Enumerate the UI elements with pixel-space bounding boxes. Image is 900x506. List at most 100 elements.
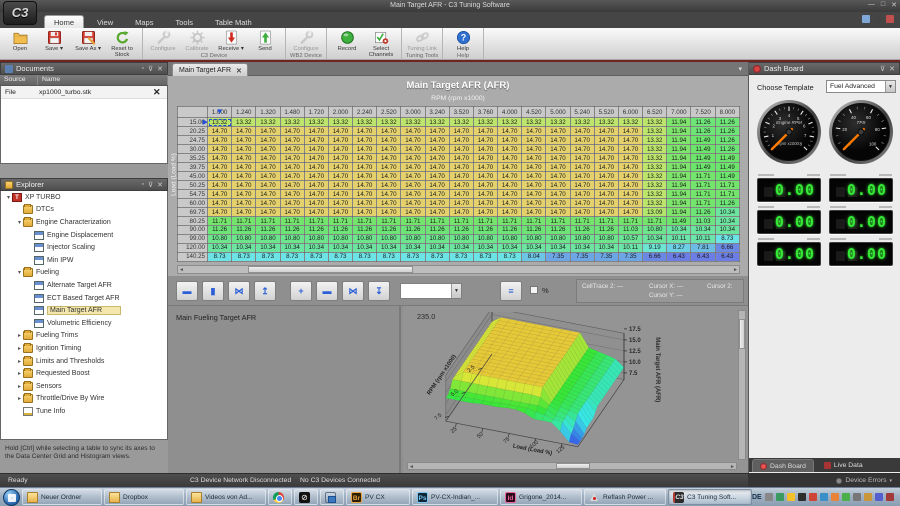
afr-cell[interactable]: 14.70 <box>232 190 256 199</box>
afr-cell[interactable]: 14.70 <box>546 208 570 217</box>
led-display-1[interactable]: 0.00 <box>757 178 821 202</box>
afr-cell[interactable]: 14.70 <box>570 163 594 172</box>
afr-cell[interactable]: 11.26 <box>280 225 304 234</box>
afr-cell[interactable]: 14.70 <box>618 136 642 145</box>
afr-cell[interactable]: 11.49 <box>691 136 715 145</box>
afr-cell[interactable]: 10.34 <box>643 234 667 243</box>
tray-icon-4[interactable] <box>798 493 806 501</box>
plot-vscrollbar[interactable] <box>738 310 746 460</box>
led-display-6[interactable]: 0.00 <box>829 242 893 266</box>
afr-cell[interactable]: 14.70 <box>208 145 232 154</box>
afr-cell[interactable]: 14.70 <box>280 190 304 199</box>
taskbar-item-reflash-power[interactable]: Reflash Power ... <box>584 489 666 505</box>
afr-cell[interactable]: 11.49 <box>691 154 715 163</box>
send-button[interactable]: Send <box>248 29 282 52</box>
afr-cell[interactable]: 10.80 <box>425 234 449 243</box>
col-header-4.520[interactable]: 4.520 <box>522 107 546 118</box>
afr-cell[interactable]: 11.94 <box>667 172 691 181</box>
afr-cell[interactable]: 14.70 <box>594 154 618 163</box>
afr-cell[interactable]: 11.71 <box>377 217 401 226</box>
table-tool-button-6[interactable]: ▬ <box>316 281 338 301</box>
afr-cell[interactable]: 13.32 <box>498 118 522 127</box>
afr-cell[interactable]: 14.70 <box>546 181 570 190</box>
col-header-3.520[interactable]: 3.520 <box>449 107 473 118</box>
afr-cell[interactable]: 8.73 <box>377 252 401 261</box>
afr-cell[interactable]: 11.71 <box>280 217 304 226</box>
tray-icon-6[interactable] <box>820 493 828 501</box>
led-display-3[interactable]: 0.00 <box>757 210 821 234</box>
afr-cell[interactable]: 14.70 <box>618 181 642 190</box>
table-tool-button-3[interactable]: ⋈ <box>228 281 250 301</box>
afr-cell[interactable]: 14.70 <box>473 154 497 163</box>
afr-cell[interactable]: 11.71 <box>208 217 232 226</box>
afr-cell[interactable]: 14.70 <box>594 127 618 136</box>
afr-cell[interactable]: 11.71 <box>304 217 328 226</box>
expander-icon[interactable]: ▾ <box>16 219 23 226</box>
afr-cell[interactable]: 10.34 <box>328 243 352 252</box>
afr-cell[interactable]: 11.71 <box>473 217 497 226</box>
afr-cell[interactable]: 14.70 <box>377 172 401 181</box>
afr-cell[interactable]: 14.70 <box>208 190 232 199</box>
afr-cell[interactable]: 14.70 <box>473 145 497 154</box>
tab-close-icon[interactable]: ✕ <box>236 67 242 75</box>
col-header-1.000[interactable]: ▼1.000 <box>208 107 232 118</box>
afr-cell[interactable]: 11.26 <box>473 225 497 234</box>
afr-cell[interactable]: 14.70 <box>594 136 618 145</box>
afr-cell[interactable]: 13.32 <box>304 118 328 127</box>
col-header-1.480[interactable]: 1.480 <box>280 107 304 118</box>
tree-item-main-target-afr[interactable]: Main Target AFR <box>1 304 167 317</box>
afr-cell[interactable]: 14.70 <box>328 208 352 217</box>
expander-icon[interactable]: ▸ <box>16 370 23 377</box>
afr-cell[interactable]: 13.32 <box>401 118 425 127</box>
afr-cell[interactable]: 13.32 <box>643 199 667 208</box>
afr-cell[interactable]: 14.70 <box>498 136 522 145</box>
afr-cell[interactable]: 11.71 <box>353 217 377 226</box>
afr-cell[interactable]: 10.34 <box>498 243 522 252</box>
afr-cell[interactable]: 10.80 <box>594 234 618 243</box>
afr-cell[interactable]: 11.94 <box>667 118 691 127</box>
afr-cell[interactable]: 11.71 <box>401 217 425 226</box>
afr-cell[interactable]: 14.70 <box>377 127 401 136</box>
afr-cell[interactable]: 11.94 <box>667 163 691 172</box>
afr-cell[interactable]: 14.70 <box>498 154 522 163</box>
afr-cell[interactable]: 11.26 <box>691 118 715 127</box>
tree-item-alternate-target-afr[interactable]: Alternate Target AFR <box>1 279 167 292</box>
combo-dropdown-icon[interactable]: ▼ <box>451 284 461 298</box>
afr-cell[interactable]: 14.70 <box>208 154 232 163</box>
tree-item-volumetric-efficiency[interactable]: Volumetric Efficiency <box>1 317 167 330</box>
mini-icon-1[interactable] <box>862 15 870 23</box>
afr-cell[interactable]: 14.70 <box>473 199 497 208</box>
afr-cell[interactable]: 14.70 <box>208 208 232 217</box>
afr-cell[interactable]: 11.71 <box>546 217 570 226</box>
afr-cell[interactable]: 14.70 <box>232 172 256 181</box>
afr-cell[interactable]: 14.70 <box>256 208 280 217</box>
afr-cell[interactable]: 8.73 <box>256 252 280 261</box>
afr-cell[interactable]: 14.70 <box>522 208 546 217</box>
col-header-2.520[interactable]: 2.520 <box>377 107 401 118</box>
afr-cell[interactable]: 14.70 <box>256 127 280 136</box>
afr-cell[interactable]: 8.73 <box>449 252 473 261</box>
afr-cell[interactable]: 14.70 <box>522 145 546 154</box>
afr-cell[interactable]: 10.80 <box>353 234 377 243</box>
afr-cell[interactable]: 13.32 <box>208 118 232 127</box>
table-tool-button-2[interactable]: ▮ <box>202 281 224 301</box>
taskbar-item-grigone-2014[interactable]: IdGrigone_2014... <box>500 489 582 505</box>
afr-cell[interactable]: 11.94 <box>667 199 691 208</box>
afr-cell[interactable]: 14.70 <box>256 199 280 208</box>
afr-cell[interactable]: 14.70 <box>232 163 256 172</box>
afr-cell[interactable]: 14.70 <box>618 208 642 217</box>
tray-icon-5[interactable] <box>809 493 817 501</box>
afr-cell[interactable]: 11.94 <box>667 136 691 145</box>
column-name[interactable]: Name <box>38 75 168 85</box>
afr-cell[interactable]: 14.70 <box>280 172 304 181</box>
afr-cell[interactable]: 14.70 <box>353 181 377 190</box>
afr-cell[interactable]: 6.43 <box>667 252 691 261</box>
panel-close-icon[interactable]: ✕ <box>889 65 895 73</box>
afr-cell[interactable]: 14.70 <box>377 163 401 172</box>
afr-cell[interactable]: 14.70 <box>208 136 232 145</box>
afr-cell[interactable]: 10.34 <box>377 243 401 252</box>
afr-cell[interactable]: 10.34 <box>546 243 570 252</box>
afr-cell[interactable]: 14.70 <box>570 190 594 199</box>
afr-cell[interactable]: 10.34 <box>522 243 546 252</box>
afr-cell[interactable]: 14.70 <box>546 136 570 145</box>
